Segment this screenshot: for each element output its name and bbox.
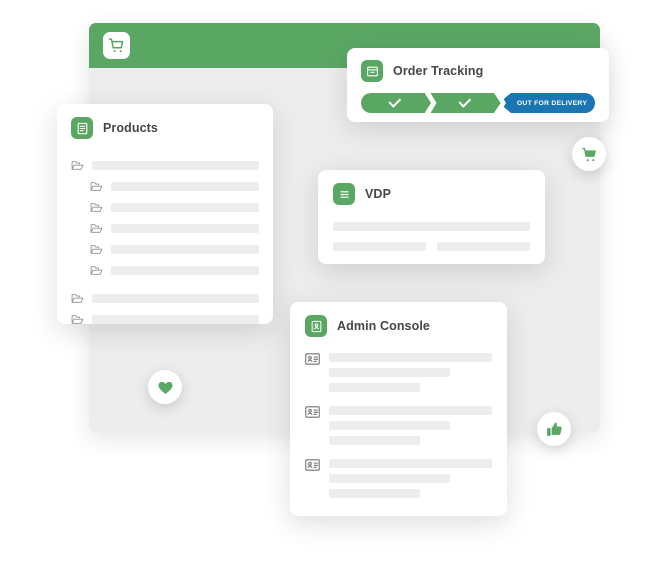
contact-card-icon xyxy=(305,353,320,365)
order-progress-bar: OUT FOR DELIVERY xyxy=(361,93,595,113)
admin-console-title: Admin Console xyxy=(337,319,430,333)
folder-icon xyxy=(90,266,103,275)
list-item[interactable] xyxy=(305,459,492,498)
vdp-placeholder-cell xyxy=(333,242,426,251)
shopping-cart-icon[interactable] xyxy=(103,32,130,59)
placeholder-line xyxy=(329,489,421,498)
order-step-2[interactable] xyxy=(430,93,500,113)
tree-item[interactable] xyxy=(71,260,259,281)
folder-icon xyxy=(71,294,84,303)
package-box-icon xyxy=(361,60,383,82)
tree-item-placeholder xyxy=(111,182,259,191)
tree-item[interactable] xyxy=(71,197,259,218)
tree-item-placeholder xyxy=(92,315,259,324)
tree-item[interactable] xyxy=(71,155,259,176)
tree-item-placeholder xyxy=(92,294,259,303)
list-item[interactable] xyxy=(305,406,492,445)
check-icon xyxy=(388,94,402,108)
folder-icon xyxy=(71,161,84,170)
tree-item-placeholder xyxy=(111,266,259,275)
list-lines-icon xyxy=(333,183,355,205)
vdp-card[interactable]: VDP xyxy=(318,170,545,264)
contact-card-icon xyxy=(305,406,320,418)
tree-item-placeholder xyxy=(111,224,259,233)
tree-item-placeholder xyxy=(111,203,259,212)
list-item-placeholders xyxy=(329,406,492,445)
placeholder-line xyxy=(329,436,421,445)
vdp-placeholder-split-row xyxy=(333,242,530,251)
placeholder-line xyxy=(329,406,492,415)
like-fab[interactable] xyxy=(537,412,571,446)
products-card[interactable]: Products xyxy=(57,104,273,324)
products-tree xyxy=(71,155,259,330)
favorite-fab[interactable] xyxy=(148,370,182,404)
placeholder-line xyxy=(329,474,450,483)
tree-item[interactable] xyxy=(71,239,259,260)
thumbs-up-icon xyxy=(546,422,562,436)
list-item-placeholders xyxy=(329,353,492,392)
list-item-placeholders xyxy=(329,459,492,498)
vdp-header: VDP xyxy=(333,183,530,205)
folder-icon xyxy=(71,315,84,324)
order-tracking-header: Order Tracking xyxy=(361,60,595,82)
vdp-placeholder-cell xyxy=(437,242,530,251)
admin-console-header: Admin Console xyxy=(305,315,492,337)
placeholder-line xyxy=(329,421,450,430)
tree-item-placeholder xyxy=(92,161,259,170)
placeholder-line xyxy=(329,383,421,392)
vdp-placeholder-row xyxy=(333,222,530,231)
placeholder-line xyxy=(329,368,450,377)
vdp-content xyxy=(333,222,530,251)
order-step-3-label: OUT FOR DELIVERY xyxy=(516,99,588,107)
tree-item[interactable] xyxy=(71,288,259,309)
heart-icon xyxy=(158,381,172,394)
cart-fab[interactable] xyxy=(572,137,606,171)
shopping-cart-icon xyxy=(581,147,596,161)
folder-icon xyxy=(90,224,103,233)
check-icon xyxy=(458,94,471,108)
tree-item[interactable] xyxy=(71,309,259,330)
folder-icon xyxy=(90,245,103,254)
illustration-stage: Order Tracking OUT FOR DELIVERY Products… xyxy=(0,0,655,568)
products-title: Products xyxy=(103,121,158,135)
placeholder-line xyxy=(329,459,492,468)
tree-item-placeholder xyxy=(111,245,259,254)
order-step-1[interactable] xyxy=(361,93,431,113)
list-item[interactable] xyxy=(305,353,492,392)
document-icon xyxy=(71,117,93,139)
placeholder-line xyxy=(329,353,492,362)
admin-console-card[interactable]: Admin Console xyxy=(290,302,507,516)
folder-icon xyxy=(90,182,103,191)
order-tracking-title: Order Tracking xyxy=(393,64,484,78)
admin-console-list xyxy=(305,353,492,498)
tree-item[interactable] xyxy=(71,176,259,197)
contact-card-icon xyxy=(305,459,320,471)
order-step-3[interactable]: OUT FOR DELIVERY xyxy=(499,93,595,113)
vdp-title: VDP xyxy=(365,187,392,201)
order-tracking-card[interactable]: Order Tracking OUT FOR DELIVERY xyxy=(347,48,609,122)
products-header: Products xyxy=(71,117,259,139)
contact-card-icon xyxy=(305,315,327,337)
tree-item[interactable] xyxy=(71,218,259,239)
folder-icon xyxy=(90,203,103,212)
